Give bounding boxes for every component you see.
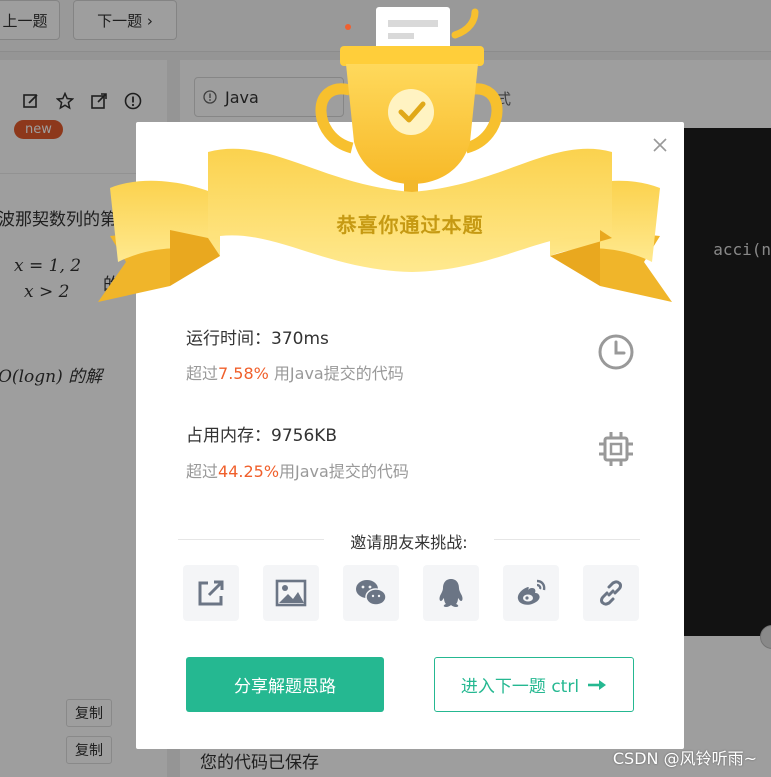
runtime-beat-suffix: 用Java提交的代码 bbox=[268, 364, 404, 383]
arrow-right-icon bbox=[588, 679, 607, 690]
memory-beat-percent: 44.25% bbox=[218, 462, 280, 481]
next-problem-label: 进入下一题 ctrl bbox=[460, 677, 580, 697]
image-icon bbox=[275, 579, 307, 607]
invite-text: 邀请朋友来挑战: bbox=[350, 533, 468, 552]
share-qq-button[interactable] bbox=[423, 565, 479, 621]
memory-value: 9756KB bbox=[271, 426, 338, 446]
runtime-beat: 超过7.58% 用Java提交的代码 bbox=[186, 360, 404, 384]
invite-row: 邀请朋友来挑战: bbox=[178, 525, 640, 553]
watermark: CSDN @风铃听雨~ bbox=[612, 749, 757, 768]
qq-icon bbox=[439, 579, 463, 607]
runtime-beat-prefix: 超过 bbox=[186, 364, 219, 383]
close-icon[interactable] bbox=[650, 135, 670, 155]
share-weibo-button[interactable] bbox=[503, 565, 559, 621]
runtime-stat: 运行时间：370ms bbox=[186, 324, 329, 349]
memory-stat: 占用内存：9756KB bbox=[186, 421, 337, 446]
memory-beat: 超过44.25%用Java提交的代码 bbox=[186, 458, 409, 482]
share-external-icon bbox=[198, 580, 224, 606]
cpu-chip-icon bbox=[599, 432, 633, 466]
share-external-button[interactable] bbox=[183, 565, 239, 621]
share-wechat-button[interactable] bbox=[343, 565, 399, 621]
wechat-icon bbox=[356, 580, 387, 606]
next-problem-modal-button[interactable]: 进入下一题 ctrl bbox=[434, 657, 634, 712]
runtime-beat-percent: 7.58% bbox=[218, 364, 269, 383]
runtime-label: 运行时间： bbox=[186, 329, 271, 349]
share-link-button[interactable] bbox=[583, 565, 639, 621]
weibo-icon bbox=[517, 579, 546, 605]
link-icon bbox=[600, 580, 622, 606]
share-solution-button[interactable]: 分享解题思路 bbox=[186, 657, 384, 712]
memory-beat-suffix: 用Java提交的代码 bbox=[279, 462, 409, 481]
success-title: 恭喜你通过本题 bbox=[336, 213, 484, 237]
clock-icon bbox=[598, 334, 634, 370]
share-image-button[interactable] bbox=[263, 565, 319, 621]
memory-beat-prefix: 超过 bbox=[186, 462, 219, 481]
memory-label: 占用内存： bbox=[186, 426, 271, 446]
runtime-value: 370ms bbox=[271, 329, 329, 349]
